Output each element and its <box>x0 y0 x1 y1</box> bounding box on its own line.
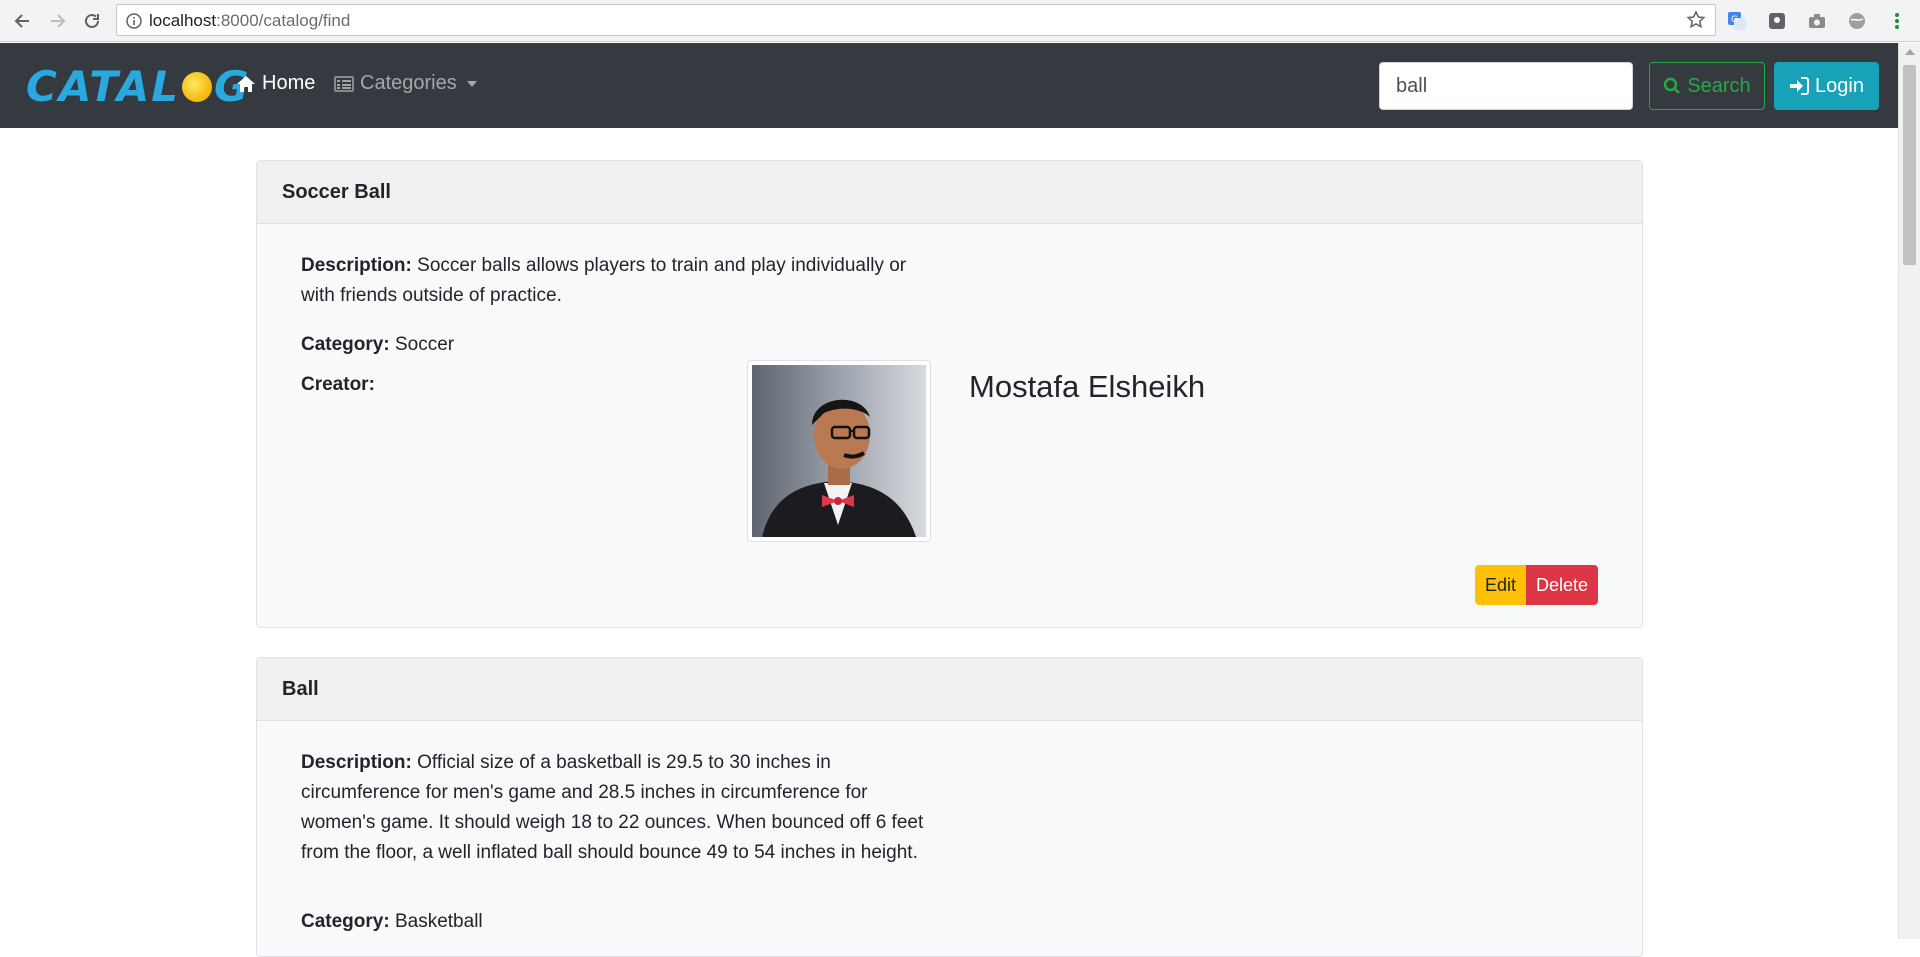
bookmark-star-icon[interactable] <box>1686 10 1706 35</box>
url-text: localhost:8000/catalog/find <box>149 11 350 31</box>
nav-home-link[interactable]: Home <box>236 72 315 95</box>
creator-avatar <box>747 360 931 542</box>
search-icon <box>1664 77 1681 94</box>
list-icon <box>334 75 354 92</box>
item-card: Soccer Ball Description: Soccer balls al… <box>256 160 1643 628</box>
category-value: Soccer <box>394 334 455 355</box>
reload-icon[interactable] <box>80 9 104 33</box>
translate-extension-icon[interactable]: G <box>1725 9 1749 33</box>
nav-home-label: Home <box>262 72 316 94</box>
creator-name: Mostafa Elsheikh <box>969 369 1206 404</box>
site-navbar: CATALG Home Categories Search Login <box>0 43 1898 128</box>
delete-button[interactable]: Delete <box>1526 565 1598 605</box>
login-button-label: Login <box>1815 74 1864 97</box>
scroll-thumb[interactable] <box>1903 65 1916 265</box>
browser-toolbar: localhost:8000/catalog/find G <box>0 0 1920 42</box>
login-button[interactable]: Login <box>1774 62 1879 110</box>
category-label: Category: <box>301 334 390 355</box>
item-actions: Edit Delete <box>1475 565 1598 605</box>
extension-icon[interactable] <box>1765 9 1789 33</box>
item-title: Ball <box>257 658 1642 721</box>
item-title: Soccer Ball <box>257 161 1642 224</box>
search-button-label: Search <box>1687 74 1751 97</box>
item-description: Description: Official size of a basketba… <box>301 748 941 868</box>
description-label: Description: <box>301 752 412 773</box>
edit-button[interactable]: Edit <box>1475 565 1526 605</box>
forward-icon[interactable] <box>46 9 70 33</box>
nav-categories-dropdown[interactable]: Categories <box>334 72 477 95</box>
search-button[interactable]: Search <box>1649 62 1765 110</box>
home-icon <box>237 75 255 92</box>
chevron-down-icon <box>466 80 477 87</box>
url-path: :8000/catalog/find <box>216 11 351 30</box>
search-input[interactable] <box>1379 62 1633 110</box>
scroll-up-arrow[interactable] <box>1905 49 1915 55</box>
back-icon[interactable] <box>10 9 34 33</box>
info-icon[interactable] <box>126 13 142 34</box>
item-card: Ball Description: Official size of a bas… <box>256 657 1643 957</box>
description-label: Description: <box>301 255 412 276</box>
ball-logo-icon <box>181 72 212 102</box>
category-label: Category: <box>301 911 390 932</box>
catalog-logo[interactable]: CATAL G <box>26 61 250 111</box>
category-value: Basketball <box>394 911 483 932</box>
creator-label: Creator: <box>301 374 375 395</box>
page-scrollbar[interactable] <box>1898 43 1920 939</box>
url-host: localhost <box>149 11 217 30</box>
item-description: Description: Soccer balls allows players… <box>301 251 941 311</box>
brand-text-left: CATAL <box>26 61 180 111</box>
menu-dots-icon[interactable] <box>1885 9 1909 33</box>
sign-in-icon <box>1790 77 1810 95</box>
item-category: Category: Soccer <box>301 330 941 360</box>
item-category: Category: Basketball <box>301 907 941 937</box>
address-bar[interactable]: localhost:8000/catalog/find <box>116 4 1716 36</box>
nav-categories-label: Categories <box>360 72 457 94</box>
svg-text:G: G <box>1731 15 1738 25</box>
globe-extension-icon[interactable] <box>1845 9 1869 33</box>
camera-icon[interactable] <box>1805 9 1829 33</box>
